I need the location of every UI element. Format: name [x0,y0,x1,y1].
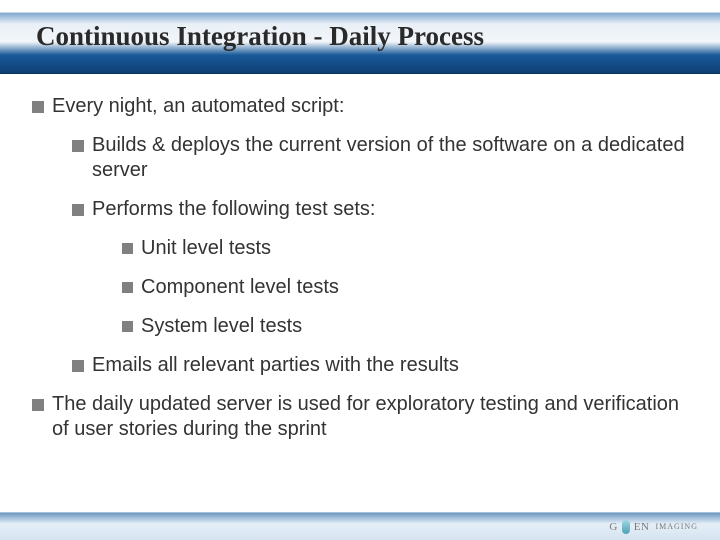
bullet-level3: Unit level tests [122,236,696,261]
slide: Continuous Integration - Daily Process E… [0,0,720,540]
bullet-text: Every night, an automated script: [52,94,696,119]
square-bullet-icon [72,140,84,152]
bullet-level1: Every night, an automated script: [32,94,696,119]
square-bullet-icon [122,282,133,293]
footer-bar: G EN IMAGING [0,512,720,540]
bullet-text: Component level tests [141,275,696,300]
bullet-level3: System level tests [122,314,696,339]
square-bullet-icon [72,360,84,372]
slide-title: Continuous Integration - Daily Process [36,21,484,52]
bullet-level2: Performs the following test sets: [72,197,696,222]
bullet-text: Emails all relevant parties with the res… [92,353,696,378]
square-bullet-icon [32,101,44,113]
bullet-level2: Builds & deploys the current version of … [72,133,696,183]
title-band: Continuous Integration - Daily Process [0,12,720,74]
square-bullet-icon [122,321,133,332]
square-bullet-icon [72,204,84,216]
square-bullet-icon [32,399,44,411]
brand-logo: G EN IMAGING [609,520,698,534]
bullet-level1: The daily updated server is used for exp… [32,392,696,442]
bullet-text: The daily updated server is used for exp… [52,392,696,442]
bullet-level3: Component level tests [122,275,696,300]
bullet-text: Builds & deploys the current version of … [92,133,696,183]
square-bullet-icon [122,243,133,254]
bullet-level2: Emails all relevant parties with the res… [72,353,696,378]
slide-content: Every night, an automated script: Builds… [32,94,696,500]
pill-icon [622,520,630,534]
bullet-text: Unit level tests [141,236,696,261]
brand-subtext: IMAGING [655,522,698,531]
brand-text-left: G [609,521,617,533]
bullet-text: Performs the following test sets: [92,197,696,222]
bullet-text: System level tests [141,314,696,339]
brand-text-right: EN [634,521,650,533]
